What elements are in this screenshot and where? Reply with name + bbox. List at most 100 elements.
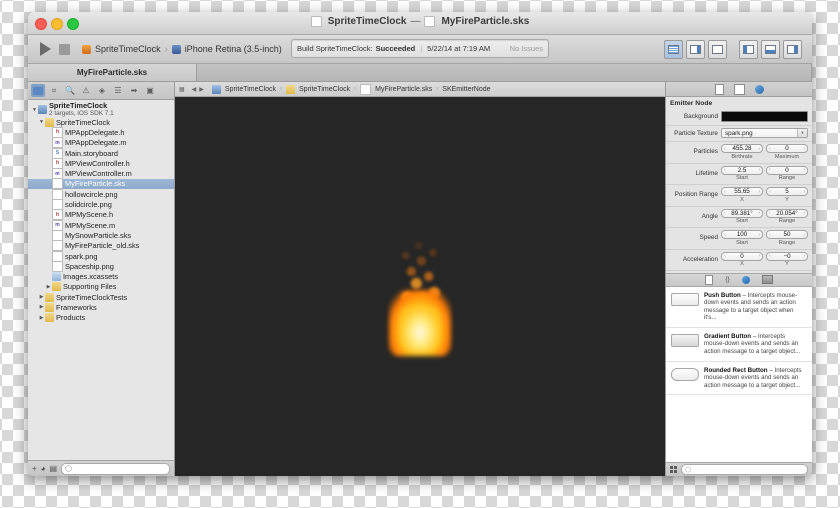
- disclosure-triangle-icon[interactable]: [31, 107, 38, 113]
- version-editor-button[interactable]: [708, 40, 727, 59]
- stepper-decrement-icon[interactable]: ‹: [724, 210, 726, 216]
- navigator-row[interactable]: SpriteTimeClockTests: [28, 292, 174, 302]
- test-navigator-icon[interactable]: ◈: [95, 84, 109, 97]
- navigator-row[interactable]: Products: [28, 313, 174, 323]
- report-navigator-icon[interactable]: ▣: [143, 84, 157, 97]
- scheme-selector[interactable]: SpriteTimeClock › iPhone Retina (3.5-inc…: [82, 44, 282, 54]
- stepper-input[interactable]: ‹ 455.28 ›: [721, 144, 763, 153]
- library-search-input[interactable]: ◯: [681, 464, 808, 475]
- project-navigator-icon[interactable]: [31, 84, 45, 97]
- navigator-row[interactable]: m MPViewController.m: [28, 168, 174, 180]
- breadcrumb[interactable]: SpriteTimeClock › SpriteTimeClock › MyFirePa…: [211, 83, 491, 95]
- forward-icon[interactable]: ▶: [199, 86, 204, 93]
- disclosure-triangle-icon[interactable]: [45, 284, 52, 290]
- object-library-icon[interactable]: [741, 275, 750, 284]
- stepper-increment-icon[interactable]: ›: [803, 232, 805, 238]
- stepper-input[interactable]: ‹ 20.054° ›: [766, 208, 808, 218]
- stepper-decrement-icon[interactable]: ‹: [724, 253, 726, 259]
- navigator-row[interactable]: m MPMyScene.m: [28, 219, 174, 231]
- stepper-increment-icon[interactable]: ›: [758, 167, 760, 173]
- navigator-row[interactable]: S Main.storyboard: [28, 147, 174, 159]
- tab-myfireparticle[interactable]: MyFireParticle.sks: [28, 64, 197, 81]
- disclosure-triangle-icon[interactable]: [38, 294, 45, 300]
- navigator-row[interactable]: SpriteTimeClock: [28, 117, 174, 127]
- stepper-increment-icon[interactable]: ›: [758, 210, 760, 216]
- navigator-row[interactable]: Frameworks: [28, 302, 174, 312]
- navigator-row[interactable]: h MPMyScene.h: [28, 209, 174, 221]
- attributes-inspector-icon[interactable]: [754, 84, 765, 94]
- stepper-increment-icon[interactable]: ›: [758, 189, 760, 195]
- stepper-input[interactable]: ‹ 100 ›: [721, 230, 763, 239]
- stepper-input[interactable]: ‹ 0 ›: [721, 251, 763, 261]
- stepper-input[interactable]: ‹ −0 ›: [766, 251, 808, 261]
- search-icon[interactable]: 🔍: [63, 84, 77, 97]
- filter-recent-icon[interactable]: ◕: [41, 464, 46, 473]
- stepper-input[interactable]: ‹ 0 ›: [766, 144, 808, 153]
- add-item-icon[interactable]: +: [32, 464, 37, 473]
- stop-icon[interactable]: [59, 43, 70, 55]
- background-color-swatch[interactable]: [721, 111, 808, 122]
- disclosure-triangle-icon[interactable]: [38, 315, 45, 321]
- stepper-increment-icon[interactable]: ›: [803, 146, 805, 152]
- file-template-library-icon[interactable]: [705, 274, 714, 285]
- breadcrumb-segment[interactable]: SKEmitterNode: [442, 86, 490, 93]
- particle-texture-select[interactable]: spark.png ▾: [721, 128, 808, 138]
- navigator-row[interactable]: h MPViewController.h: [28, 157, 174, 169]
- navigator-row[interactable]: MyFireParticle_old.sks: [28, 240, 174, 252]
- breadcrumb-segment[interactable]: SpriteTimeClock: [225, 86, 276, 93]
- navigator-row[interactable]: m MPAppDelegate.m: [28, 137, 174, 149]
- grid-view-icon[interactable]: [670, 466, 677, 473]
- library-item[interactable]: Gradient Button – Intercepts mouse-down …: [666, 328, 812, 362]
- debug-navigator-icon[interactable]: ☰: [111, 84, 125, 97]
- stepper-increment-icon[interactable]: ›: [803, 167, 805, 173]
- stepper-decrement-icon[interactable]: ‹: [769, 146, 771, 152]
- stepper-decrement-icon[interactable]: ‹: [769, 189, 771, 195]
- navigator-row[interactable]: h MPAppDelegate.h: [28, 126, 174, 138]
- stepper-decrement-icon[interactable]: ‹: [769, 210, 771, 216]
- stepper-increment-icon[interactable]: ›: [758, 253, 760, 259]
- object-library-list[interactable]: Push Button – Intercepts mouse-down even…: [666, 286, 812, 462]
- stepper-input[interactable]: ‹ 0 ›: [766, 165, 808, 175]
- navigator-row[interactable]: Supporting Files: [28, 282, 174, 292]
- media-library-icon[interactable]: [761, 275, 773, 284]
- disclosure-triangle-icon[interactable]: [38, 304, 45, 310]
- stepper-decrement-icon[interactable]: ‹: [769, 253, 771, 259]
- play-icon[interactable]: [40, 42, 51, 56]
- breadcrumb-segment[interactable]: SpriteTimeClock: [299, 86, 350, 93]
- stepper-increment-icon[interactable]: ›: [803, 253, 805, 259]
- stepper-decrement-icon[interactable]: ‹: [769, 232, 771, 238]
- navigator-filter-input[interactable]: ◯: [61, 462, 170, 475]
- stepper-decrement-icon[interactable]: ‹: [724, 189, 726, 195]
- symbol-navigator-icon[interactable]: ⌗: [47, 84, 61, 97]
- stepper-input[interactable]: ‹ 89.381° ›: [721, 208, 763, 218]
- breakpoint-navigator-icon[interactable]: ➡: [127, 84, 141, 97]
- warning-icon[interactable]: ⚠: [79, 84, 93, 97]
- project-navigator-tree[interactable]: SpriteTimeClock2 targets, iOS SDK 7.1Spr…: [28, 100, 174, 460]
- navigator-row[interactable]: MySnowParticle.sks: [28, 229, 174, 241]
- stepper-increment-icon[interactable]: ›: [803, 210, 805, 216]
- stepper-decrement-icon[interactable]: ‹: [724, 167, 726, 173]
- filter-source-icon[interactable]: ▤: [50, 464, 58, 473]
- toggle-debug-area-button[interactable]: [761, 40, 780, 59]
- grid-icon[interactable]: ▦: [179, 86, 185, 93]
- navigator-row[interactable]: MyFireParticle.sks: [28, 178, 174, 190]
- toggle-navigator-button[interactable]: [739, 40, 758, 59]
- stepper-input[interactable]: ‹ 50 ›: [766, 230, 808, 239]
- stepper-decrement-icon[interactable]: ‹: [724, 232, 726, 238]
- stepper-input[interactable]: ‹ 55.65 ›: [721, 187, 763, 196]
- stepper-increment-icon[interactable]: ›: [803, 189, 805, 195]
- assistant-editor-button[interactable]: [686, 40, 705, 59]
- stepper-decrement-icon[interactable]: ‹: [769, 167, 771, 173]
- disclosure-triangle-icon[interactable]: [38, 119, 45, 125]
- stepper-input[interactable]: ‹ 5 ›: [766, 187, 808, 196]
- stepper-increment-icon[interactable]: ›: [758, 146, 760, 152]
- stepper-increment-icon[interactable]: ›: [758, 232, 760, 238]
- library-item[interactable]: Rounded Rect Button – Intercepts mouse-d…: [666, 362, 812, 396]
- toggle-utilities-button[interactable]: [783, 40, 802, 59]
- back-icon[interactable]: ◀: [192, 86, 197, 93]
- navigator-row[interactable]: Spaceship.png: [28, 260, 174, 272]
- scene-canvas[interactable]: [175, 97, 665, 476]
- standard-editor-button[interactable]: [664, 40, 683, 59]
- navigator-row[interactable]: SpriteTimeClock2 targets, iOS SDK 7.1: [28, 101, 174, 117]
- library-item[interactable]: Push Button – Intercepts mouse-down even…: [666, 287, 812, 328]
